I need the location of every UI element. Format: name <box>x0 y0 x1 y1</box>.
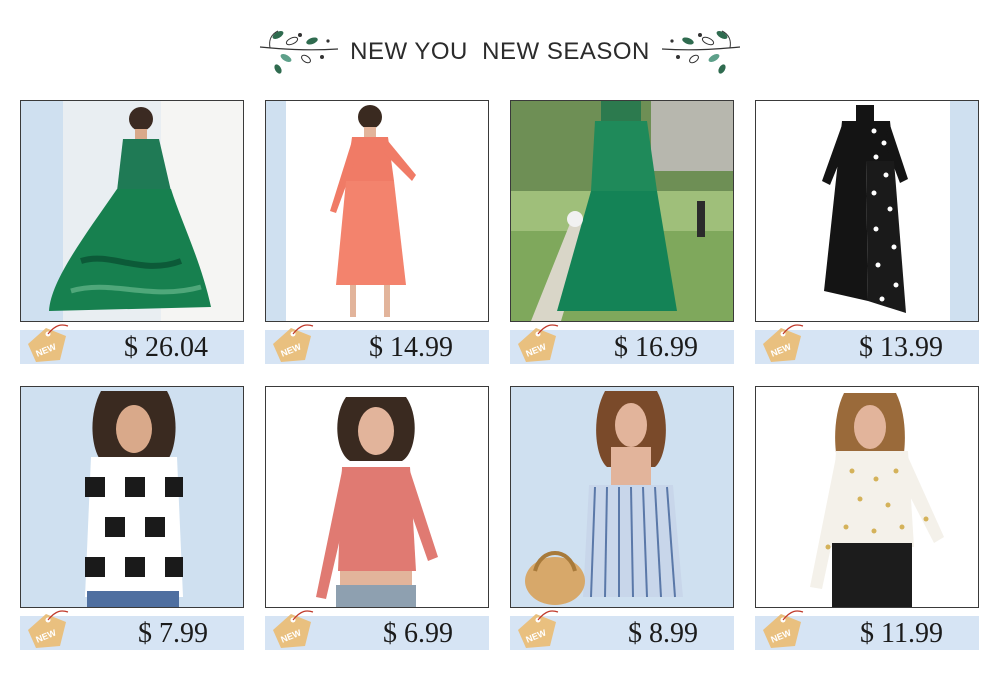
price-bar: NEW $ 8.99 <box>510 610 734 650</box>
new-tag-icon: NEW <box>518 610 559 648</box>
banner-title: NEW YOU NEW SEASON <box>350 38 650 65</box>
product-price: $ 26.04 <box>124 332 208 363</box>
tropical-dress-image <box>21 101 243 321</box>
striped-dress-image <box>511 387 733 607</box>
product-photo[interactable] <box>510 386 734 608</box>
product-photo[interactable] <box>755 386 979 608</box>
price-bar: NEW $ 16.99 <box>510 324 734 364</box>
leaf-sprig-icon <box>260 30 339 74</box>
product-price: $ 16.99 <box>614 332 698 363</box>
coral-dress-image <box>266 101 488 321</box>
price-bar: NEW $ 11.99 <box>755 610 979 650</box>
product-photo[interactable] <box>265 100 489 322</box>
product-price: $ 8.99 <box>628 618 698 649</box>
product-price: $ 11.99 <box>860 618 943 649</box>
new-tag-icon: NEW <box>273 324 314 362</box>
new-tag-icon: NEW <box>518 324 559 362</box>
price-bar: NEW $ 13.99 <box>755 324 979 364</box>
price-bar: NEW $ 6.99 <box>265 610 489 650</box>
product-photo[interactable] <box>265 386 489 608</box>
leaf-sprig-icon <box>661 30 740 74</box>
product-price: $ 7.99 <box>138 618 208 649</box>
new-tag-icon: NEW <box>28 610 69 648</box>
product-price: $ 6.99 <box>383 618 453 649</box>
product-photo[interactable] <box>20 100 244 322</box>
pink-crop-top-image <box>266 387 488 607</box>
price-bar: NEW $ 7.99 <box>20 610 244 650</box>
product-price: $ 13.99 <box>859 332 943 363</box>
new-tag-icon: NEW <box>273 610 314 648</box>
product-price: $ 14.99 <box>369 332 453 363</box>
product-photo[interactable] <box>755 100 979 322</box>
product-photo[interactable] <box>510 100 734 322</box>
green-maxi-dress-image <box>511 101 733 321</box>
plaid-shirt-image <box>21 387 243 607</box>
product-photo[interactable] <box>20 386 244 608</box>
dot-blouse-image <box>756 387 978 607</box>
header-banner: NEW YOU NEW SEASON <box>0 26 1000 78</box>
new-tag-icon: NEW <box>28 324 69 362</box>
new-tag-icon: NEW <box>763 324 804 362</box>
polka-dot-dress-image <box>756 101 978 321</box>
price-bar: NEW $ 26.04 <box>20 324 244 364</box>
new-tag-icon: NEW <box>763 610 804 648</box>
price-bar: NEW $ 14.99 <box>265 324 489 364</box>
